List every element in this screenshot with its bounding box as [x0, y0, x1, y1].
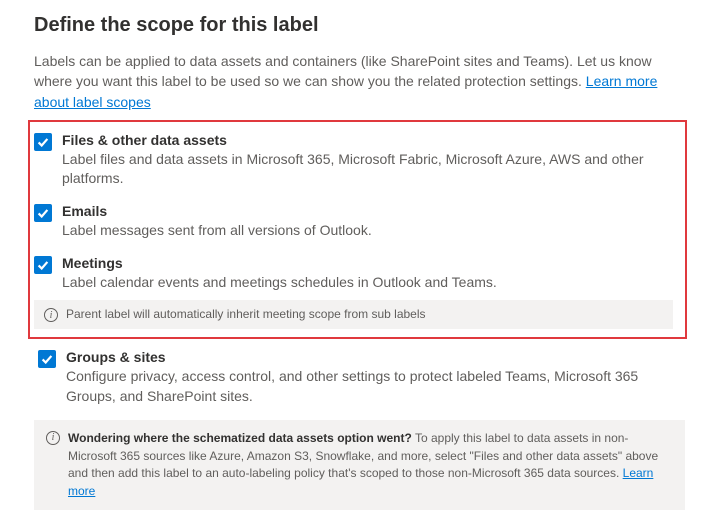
check-icon [36, 258, 50, 272]
check-icon [36, 206, 50, 220]
intro-body: Labels can be applied to data assets and… [34, 53, 652, 89]
info-icon: i [46, 431, 60, 445]
option-emails-desc: Label messages sent from all versions of… [62, 221, 677, 241]
option-files-label: Files & other data assets [62, 132, 677, 148]
checkbox-meetings[interactable] [34, 256, 52, 274]
option-meetings-desc: Label calendar events and meetings sched… [62, 273, 677, 293]
checkbox-emails[interactable] [34, 204, 52, 222]
check-icon [36, 135, 50, 149]
schematized-note-heading: Wondering where the schematized data ass… [68, 431, 412, 445]
option-groups: Groups & sites Configure privacy, access… [34, 349, 685, 406]
checkbox-files[interactable] [34, 133, 52, 151]
option-files: Files & other data assets Label files an… [30, 132, 677, 189]
schematized-note: i Wondering where the schematized data a… [34, 420, 685, 510]
checkbox-groups[interactable] [38, 350, 56, 368]
option-emails-label: Emails [62, 203, 677, 219]
meetings-inherit-text: Parent label will automatically inherit … [66, 307, 663, 321]
intro-text: Labels can be applied to data assets and… [34, 51, 685, 112]
option-meetings: Meetings Label calendar events and meeti… [30, 255, 677, 293]
info-icon: i [44, 308, 58, 322]
option-emails: Emails Label messages sent from all vers… [30, 203, 677, 241]
meetings-inherit-note: i Parent label will automatically inheri… [34, 300, 673, 329]
check-icon [40, 352, 54, 366]
page-title: Define the scope for this label [34, 14, 685, 37]
option-files-desc: Label files and data assets in Microsoft… [62, 150, 677, 189]
option-groups-desc: Configure privacy, access control, and o… [66, 367, 685, 406]
option-groups-label: Groups & sites [66, 349, 685, 365]
option-meetings-label: Meetings [62, 255, 677, 271]
highlighted-options-group: Files & other data assets Label files an… [28, 120, 687, 339]
